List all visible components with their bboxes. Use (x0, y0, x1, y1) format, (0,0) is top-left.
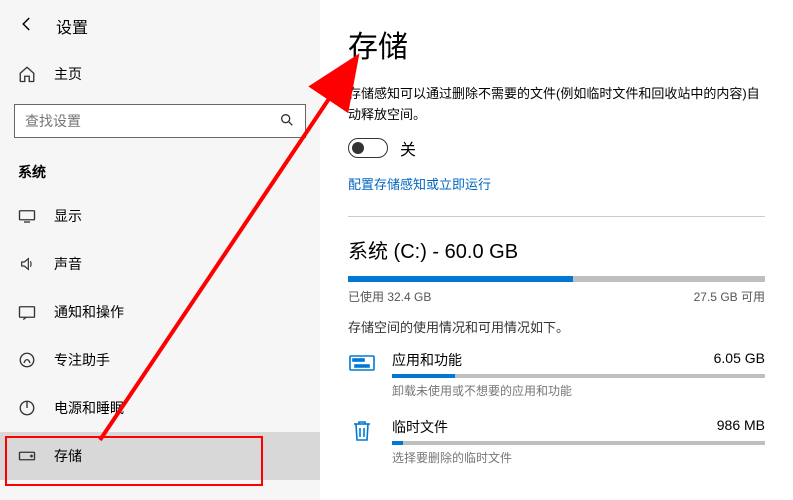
search-icon (279, 112, 295, 131)
category-name: 临时文件 (392, 417, 448, 437)
sidebar-item-display[interactable]: 显示 (0, 192, 320, 240)
home-label: 主页 (54, 64, 82, 84)
drive-title: 系统 (C:) - 60.0 GB (348, 235, 765, 264)
category-name: 应用和功能 (392, 350, 462, 370)
home-row[interactable]: 主页 (0, 52, 320, 96)
sound-icon (18, 256, 36, 272)
separator (348, 216, 765, 217)
sidebar-item-focus[interactable]: 专注助手 (0, 336, 320, 384)
category-subtext: 卸载未使用或不想要的应用和功能 (392, 382, 765, 399)
storage-sense-toggle[interactable] (348, 138, 388, 158)
category-temp[interactable]: 临时文件 986 MB 选择要删除的临时文件 (348, 417, 765, 466)
sidebar-item-label: 专注助手 (54, 350, 110, 370)
sidebar-item-label: 显示 (54, 206, 82, 226)
category-bar (392, 441, 765, 445)
focus-icon (18, 351, 36, 369)
window-title: 设置 (56, 14, 88, 38)
sidebar-item-power[interactable]: 电源和睡眠 (0, 384, 320, 432)
usage-description: 存储空间的使用情况和可用情况如下。 (348, 317, 765, 336)
free-label: 27.5 GB 可用 (694, 288, 765, 305)
drive-usage-bar (348, 276, 765, 282)
search-box[interactable] (14, 104, 306, 138)
display-icon (18, 209, 36, 223)
storage-sense-description: 存储感知可以通过删除不需要的文件(例如临时文件和回收站中的内容)自动释放空间。 (348, 84, 765, 126)
storage-icon (18, 450, 36, 462)
sidebar-item-label: 存储 (54, 446, 82, 466)
notifications-icon (18, 304, 36, 320)
back-button[interactable] (18, 15, 36, 38)
search-input[interactable] (25, 113, 279, 129)
category-size: 986 MB (717, 417, 765, 437)
sidebar-item-label: 声音 (54, 254, 82, 274)
category-size: 6.05 GB (714, 350, 765, 370)
power-icon (18, 399, 36, 417)
category-subtext: 选择要删除的临时文件 (392, 449, 765, 466)
section-title: 系统 (0, 146, 320, 192)
home-icon (18, 65, 36, 83)
toggle-state-label: 关 (400, 136, 416, 160)
sidebar-item-notifications[interactable]: 通知和操作 (0, 288, 320, 336)
apps-icon (348, 352, 376, 376)
trash-icon (348, 419, 376, 443)
page-title: 存储 (348, 22, 765, 66)
sidebar-item-sound[interactable]: 声音 (0, 240, 320, 288)
category-apps[interactable]: 应用和功能 6.05 GB 卸载未使用或不想要的应用和功能 (348, 350, 765, 399)
sidebar-item-label: 电源和睡眠 (54, 398, 124, 418)
category-bar (392, 374, 765, 378)
sidebar-item-storage[interactable]: 存储 (0, 432, 320, 480)
used-label: 已使用 32.4 GB (348, 288, 431, 305)
sidebar-item-label: 通知和操作 (54, 302, 124, 322)
configure-link[interactable]: 配置存储感知或立即运行 (348, 174, 491, 193)
